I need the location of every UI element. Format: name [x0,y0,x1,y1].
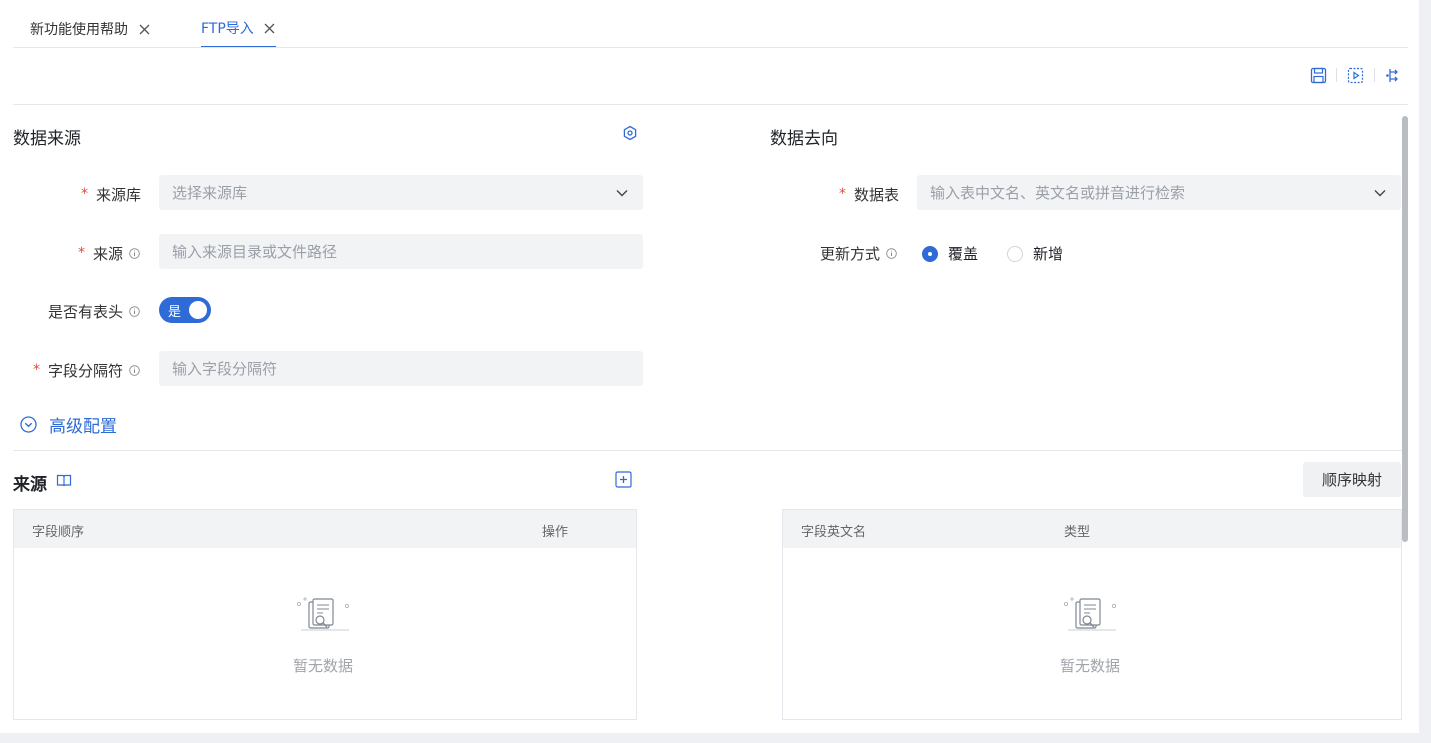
toggle-label: 是 [168,305,182,320]
label-text: 来源 [92,244,123,263]
table-header: 字段英文名 类型 [783,510,1401,548]
run-icon[interactable] [1346,66,1364,84]
settings-icon[interactable] [621,124,639,142]
radio-label: 覆盖 [948,245,979,263]
input-placeholder: 输入来源目录或文件路径 [172,243,338,261]
label-text: 字段分隔符 [47,361,123,380]
label-text: 是否有表头 [47,302,123,321]
required-mark: * [77,245,85,261]
label-text: 更新方式 [819,244,880,263]
update-mode-overwrite-radio[interactable]: 覆盖 [922,243,978,264]
source-path-label: * 来源 [30,243,140,263]
info-icon[interactable] [129,247,140,259]
chevron-down-icon [616,186,630,200]
target-table-select[interactable]: 输入表中文名、英文名或拼音进行检索 [917,175,1401,210]
mapping-source-title: 来源 [13,475,47,495]
tab-ftp-import[interactable]: FTP导入 [201,10,276,48]
empty-data-text: 暂无数据 [293,657,354,675]
toolbar-divider-line [13,104,1408,105]
source-db-select[interactable]: 选择来源库 [159,175,643,210]
source-db-label: * 来源库 [30,184,141,204]
delimiter-label: * 字段分隔符 [20,360,140,380]
radio-circle [1007,245,1023,262]
update-mode-label: 更新方式 [780,243,897,263]
radio-circle [922,245,938,262]
target-table-label: * 数据表 [800,184,899,204]
input-placeholder: 输入字段分隔符 [172,360,278,378]
target-section-title: 数据去向 [770,129,838,149]
table-header: 字段顺序 操作 [14,510,636,548]
select-placeholder: 输入表中文名、英文名或拼音进行检索 [930,184,1186,202]
target-fields-table: 字段英文名 类型 暂无数据 [782,509,1402,720]
tab-label: FTP导入 [201,21,254,37]
book-icon[interactable] [55,471,73,489]
empty-data-icon [295,594,355,636]
required-mark: * [80,186,88,202]
toolbar-divider [1336,68,1337,82]
order-mapping-button[interactable]: 顺序映射 [1303,462,1401,497]
column-header: 类型 [1064,525,1091,540]
required-mark: * [838,186,846,202]
vertical-scrollbar[interactable] [1402,116,1408,542]
update-mode-append-radio[interactable]: 新增 [1007,243,1063,264]
close-icon[interactable] [264,22,276,34]
chevron-down-icon [1374,186,1388,200]
select-placeholder: 选择来源库 [172,184,248,202]
advanced-config-label: 高级配置 [49,417,117,437]
empty-data-icon [1062,594,1122,636]
toggle-knob [189,301,207,319]
add-icon[interactable] [614,470,632,488]
tab-feature-help[interactable]: 新功能使用帮助 [30,10,150,48]
info-icon[interactable] [129,305,140,317]
delimiter-input[interactable]: 输入字段分隔符 [159,351,643,386]
has-header-label: 是否有表头 [30,301,140,321]
source-section-title: 数据来源 [13,129,81,149]
has-header-toggle[interactable]: 是 [159,297,211,323]
info-icon[interactable] [129,364,140,376]
split-icon[interactable] [1384,66,1402,84]
label-text: 来源库 [95,185,141,204]
column-header: 操作 [542,525,569,540]
save-icon[interactable] [1309,66,1327,84]
label-text: 数据表 [853,185,899,204]
required-mark: * [32,362,40,378]
tab-label: 新功能使用帮助 [30,22,128,38]
tab-divider [13,47,1408,48]
empty-data-text: 暂无数据 [1060,657,1121,675]
info-icon[interactable] [886,247,897,259]
column-header: 字段顺序 [32,525,85,540]
advanced-config-toggle[interactable]: 高级配置 [20,412,117,437]
chevron-circle-down-icon [20,416,37,433]
source-path-input[interactable]: 输入来源目录或文件路径 [159,234,643,269]
source-fields-table: 字段顺序 操作 暂无数据 [13,509,637,720]
mapping-divider [13,450,1403,451]
toolbar-divider [1374,68,1375,82]
close-icon[interactable] [138,23,150,35]
ftp-import-page: 新功能使用帮助 FTP导入 数据来源 * 来源库 选择来源库 * 来源 输入来源… [0,0,1419,733]
column-header: 字段英文名 [801,525,867,540]
radio-label: 新增 [1033,245,1064,263]
